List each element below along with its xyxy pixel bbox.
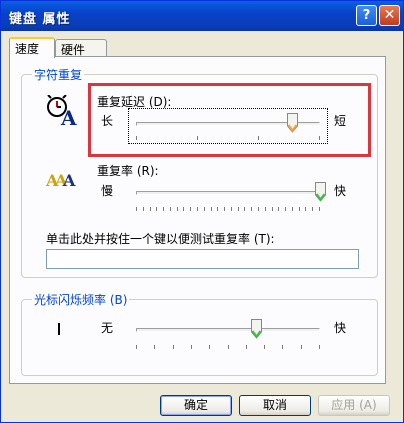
slider-tick [163, 207, 165, 211]
tab-hardware-label: 硬件 [61, 43, 86, 57]
cursor-blink-group [21, 299, 378, 376]
slider-tick [136, 207, 137, 211]
slider-tick [285, 207, 287, 211]
apply-button[interactable]: 应用 (A) [318, 395, 390, 416]
ok-button-label: 确定 [183, 398, 208, 412]
cancel-button[interactable]: 取消 [239, 395, 311, 416]
repeat-rate-icon: A A A [46, 171, 76, 190]
svg-text:A: A [62, 171, 76, 190]
slider-tick [190, 345, 192, 349]
slider-tick [190, 207, 192, 211]
tab-speed-label: 速度 [15, 42, 40, 56]
slider-tick [227, 345, 229, 349]
slider-tick [217, 207, 219, 211]
slider-tick [264, 207, 266, 211]
slider-tick [278, 207, 280, 211]
keyboard-properties-window: 键盘 属性 ? ✕ 速度 硬件 字符重复 A 重复延迟 (D): 长 短 A A… [0, 0, 404, 423]
cursor-blink-ticks [136, 345, 320, 351]
slider-tick [203, 207, 205, 211]
test-repeat-input[interactable] [46, 249, 359, 269]
rate-slider-thumb[interactable] [315, 182, 326, 202]
slider-tick [319, 207, 320, 211]
slider-tick [298, 207, 300, 211]
slider-tick [271, 207, 273, 211]
title-bar[interactable]: 键盘 属性 ? ✕ [1, 1, 403, 31]
svg-text:A: A [60, 106, 77, 127]
cursor-preview-icon [58, 323, 60, 335]
slider-tick [154, 345, 156, 349]
slider-tick [251, 207, 253, 211]
slider-tick [224, 207, 226, 211]
repeat-rate-ticks [136, 207, 320, 213]
help-icon: ? [362, 8, 371, 23]
slider-tick [172, 345, 174, 349]
slider-tick [264, 345, 266, 349]
delay-slider-thumb[interactable] [287, 113, 299, 133]
slider-tick [149, 207, 151, 211]
slider-tick [183, 207, 185, 211]
slider-tick [156, 207, 158, 211]
highlight-box [88, 83, 371, 157]
repeat-delay-icon: A [47, 95, 77, 127]
slider-tick [244, 207, 246, 211]
cursor-blink-legend: 光标闪烁频率 (B) [32, 291, 130, 308]
tab-speed[interactable]: 速度 [9, 37, 55, 58]
help-button[interactable]: ? [356, 5, 377, 26]
char-repeat-legend: 字符重复 [32, 66, 85, 83]
slider-tick [291, 207, 293, 211]
slider-tick [136, 345, 137, 349]
slider-tick [230, 207, 232, 211]
cursor-blink-fast-label: 快 [334, 321, 347, 335]
test-repeat-label: 单击此处并按住一个键以便测试重复率 (T): [46, 232, 275, 246]
slider-tick [312, 207, 314, 211]
close-icon: ✕ [383, 7, 396, 23]
apply-button-label: 应用 (A) [331, 398, 377, 412]
blink-slider-thumb[interactable] [250, 319, 262, 339]
close-button[interactable]: ✕ [379, 5, 400, 26]
repeat-rate-slow-label: 慢 [101, 184, 114, 198]
slider-tick [197, 207, 198, 211]
slider-tick [237, 207, 239, 211]
repeat-rate-slider[interactable] [136, 191, 320, 195]
slider-tick [300, 345, 302, 349]
slider-tick [258, 207, 259, 211]
slider-tick [305, 207, 307, 211]
cursor-blink-none-label: 无 [101, 321, 114, 335]
slider-tick [169, 207, 171, 211]
slider-tick [282, 345, 284, 349]
tab-hardware[interactable]: 硬件 [55, 39, 107, 57]
slider-tick [142, 207, 144, 211]
cancel-button-label: 取消 [262, 398, 287, 412]
slider-tick [209, 345, 211, 349]
slider-tick [176, 207, 178, 211]
slider-tick [319, 345, 320, 349]
window-title: 键盘 属性 [9, 12, 71, 27]
repeat-rate-fast-label: 快 [334, 184, 347, 198]
ok-button[interactable]: 确定 [160, 395, 232, 416]
cursor-blink-slider[interactable] [136, 328, 320, 332]
slider-tick [210, 207, 212, 211]
repeat-rate-label: 重复率 (R): [97, 164, 159, 178]
slider-tick [245, 345, 247, 349]
